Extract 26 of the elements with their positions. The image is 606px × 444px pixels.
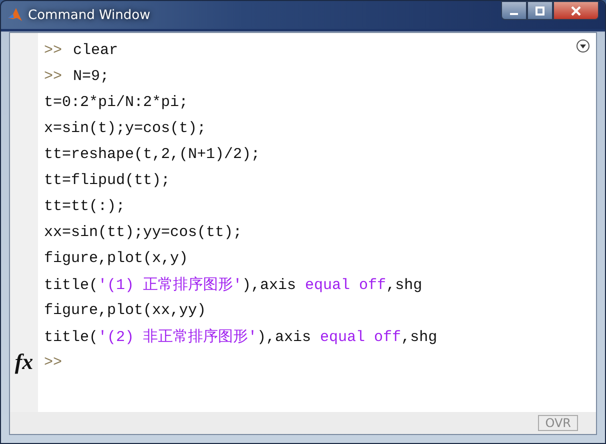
overwrite-indicator: OVR: [538, 415, 578, 431]
command-line: title('(1) 正常排序图形'),axis equal off,shg: [44, 275, 422, 294]
command-line: xx=sin(tt);yy=cos(tt);: [44, 224, 242, 240]
command-line: N=9;: [73, 68, 110, 84]
command-line: tt=flipud(tt);: [44, 172, 170, 188]
command-line: t=0:2*pi/N:2*pi;: [44, 94, 188, 110]
window-title: Command Window: [28, 8, 152, 22]
prompt-symbol: >>: [44, 42, 62, 58]
command-line: tt=tt(:);: [44, 198, 126, 214]
prompt-symbol: >>: [44, 68, 62, 84]
close-icon: [570, 6, 582, 16]
close-button[interactable]: [553, 1, 599, 20]
maximize-icon: [534, 6, 546, 16]
logo-icon: [7, 7, 23, 23]
command-line: figure,plot(x,y): [44, 250, 188, 266]
command-line: x=sin(t);y=cos(t);: [44, 120, 206, 136]
command-line: figure,plot(xx,yy): [44, 302, 206, 318]
actions-menu-icon[interactable]: [576, 39, 590, 53]
command-line: title('(2) 非正常排序图形'),axis equal off,shg: [44, 327, 438, 346]
minimize-button[interactable]: [501, 1, 527, 20]
function-browser-button[interactable]: fx: [14, 349, 34, 375]
prompt-symbol: >>: [44, 354, 62, 370]
maximize-button[interactable]: [527, 1, 553, 20]
command-line: tt=reshape(t,2,(N+1)/2);: [44, 146, 260, 162]
minimize-icon: [510, 12, 518, 14]
command-line: clear: [73, 42, 118, 58]
